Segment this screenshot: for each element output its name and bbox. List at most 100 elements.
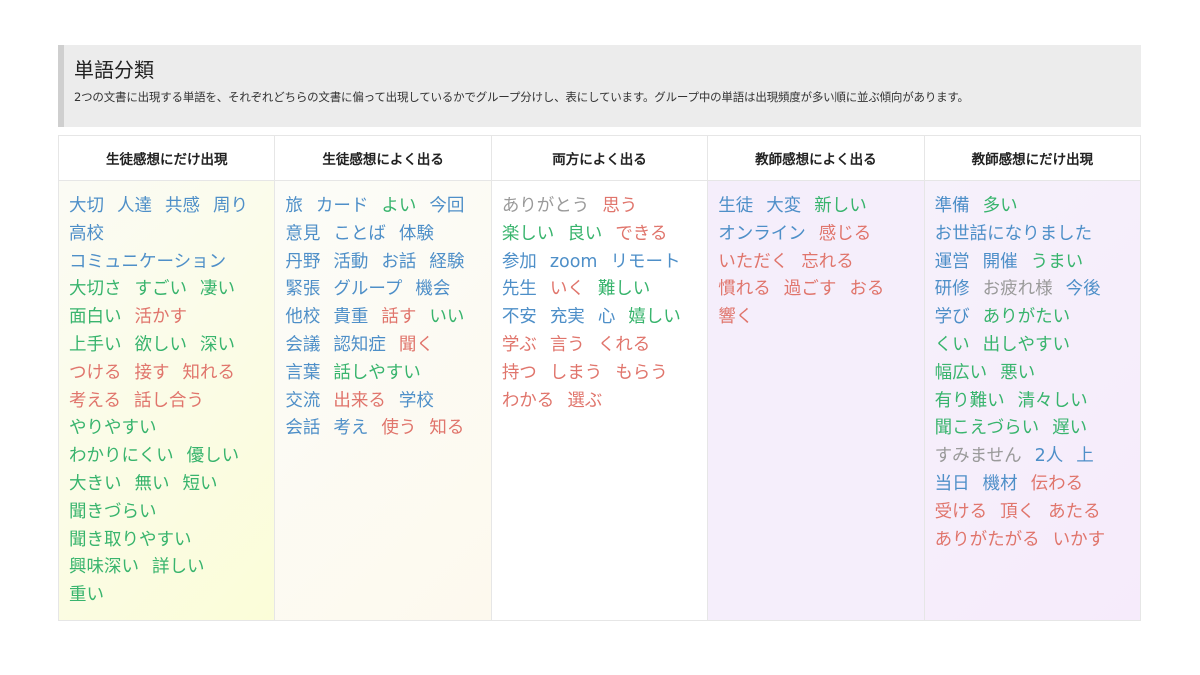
word-item: 有り難い [934, 390, 1005, 411]
word-item: 学び [934, 307, 970, 328]
word-item: 過ごす [783, 279, 837, 300]
word-row: 丹野 活動 お話 経験 [285, 249, 480, 277]
word-item: 不安 [501, 307, 537, 328]
word-item: 意見 [285, 223, 321, 244]
word-row: 大きい 無い 短い [69, 471, 264, 499]
word-row: 楽しい 良い できる [502, 221, 697, 249]
word-item: 活動 [333, 251, 369, 272]
word-row: 受ける 頂く あたる [935, 499, 1130, 527]
word-row: ありがとう 思う [502, 193, 697, 221]
word-item: 欲しい [134, 334, 188, 355]
word-item: 機会 [415, 279, 451, 300]
word-item: コミュニケーション [69, 251, 227, 272]
word-item: あたる [1048, 501, 1101, 522]
word-item: 先生 [501, 279, 537, 300]
word-item: 使う [381, 418, 417, 439]
word-item: くい [934, 334, 970, 355]
word-item: 大切 [69, 196, 104, 216]
word-item: 聞く [398, 334, 434, 355]
word-item: 幅広い [934, 362, 988, 383]
word-item: もらう [615, 362, 668, 383]
word-item: 話しやすい [333, 362, 421, 383]
word-item: いかす [1052, 529, 1106, 550]
word-item: 生徒 [718, 196, 754, 216]
word-row: 幅広い 悪い [935, 360, 1130, 388]
word-item: ありがとう [501, 196, 590, 216]
word-row: 興味深い 詳しい [69, 554, 264, 582]
word-row: わかる 選ぶ [502, 388, 697, 416]
word-item: 貴重 [333, 307, 369, 328]
word-item: おる [849, 279, 885, 300]
word-item: 接す [134, 362, 170, 383]
word-item: 多い [982, 196, 1018, 216]
word-item: 運営 [934, 251, 970, 272]
word-row: 他校 貴重 話す いい [285, 304, 480, 332]
word-item: 学校 [398, 390, 434, 411]
word-item: 出来る [333, 390, 386, 411]
word-row: 意見 ことば 体験 [285, 221, 480, 249]
word-item: 聞きづらい [69, 501, 157, 522]
column-heading: 生徒感想にだけ出現 [59, 136, 275, 181]
word-classification-table: 生徒感想にだけ出現 大切 人達 共感 周り 高校 コミュニケーション 大切さ すごい 凄い 面白い活… [58, 135, 1141, 621]
word-item: 認知症 [333, 334, 386, 355]
word-item: 響く [718, 307, 754, 328]
word-row: くい 出しやすい [935, 332, 1130, 360]
word-item: 聞き取りやすい [69, 529, 192, 550]
word-row: 面白い 活かす [69, 304, 264, 332]
word-item: オンライン [718, 223, 806, 244]
word-row: 有り難い 清々しい [935, 388, 1130, 416]
word-item: 充実 [549, 307, 585, 328]
word-row: コミュニケーション [69, 249, 264, 277]
word-row: 不安 充実心嬉しい [502, 304, 697, 332]
word-item: 当日 [934, 473, 970, 494]
word-item: 緊張 [285, 279, 321, 300]
page-header: 単語分類 2つの文書に出現する単語を、それぞれどちらの文書に偏って出現しているか… [58, 45, 1141, 127]
word-item: 凄い [200, 279, 235, 300]
word-item: カード [315, 196, 369, 216]
word-row: 会話 考え 使う 知る [285, 415, 480, 443]
column-heading: 両方によく出る [491, 136, 708, 181]
word-item: 開催 [982, 251, 1018, 272]
word-item: いく [549, 279, 585, 300]
word-item: 活かす [134, 307, 188, 328]
word-item: 大切さ [69, 279, 122, 300]
word-item: 機材 [982, 473, 1018, 494]
word-row: 運営 開催 うまい [935, 249, 1130, 277]
word-item: 交流 [285, 390, 321, 411]
word-item: お話 [381, 251, 417, 272]
word-item: 話し合う [133, 390, 204, 411]
word-item: 無い [134, 473, 170, 494]
word-item: よい [381, 196, 417, 216]
word-row: 研修 お疲れ様 今後 [935, 276, 1130, 304]
word-item: 優しい [186, 446, 240, 467]
word-item: 考え [333, 418, 369, 439]
word-item: 悪い [1000, 362, 1036, 383]
word-item: 丹野 [285, 251, 321, 272]
word-row: 上手い 欲しい 深い [69, 332, 264, 360]
word-row: 大切 人達 共感 周り [69, 193, 264, 221]
word-row: 当日 機材 伝わる [935, 471, 1130, 499]
word-item: すみません [934, 446, 1022, 467]
word-item: 聞こえづらい [934, 418, 1040, 439]
word-row: 会議 認知症 聞く [285, 332, 480, 360]
word-item: 頂く [1000, 501, 1036, 522]
word-item: ありがたがる [934, 529, 1040, 550]
word-item: 旅 [285, 196, 303, 216]
word-item: 伝わる [1030, 473, 1084, 494]
word-list: 大切 人達 共感 周り 高校 コミュニケーション 大切さ すごい 凄い 面白い 活かす 上手い 欲しい深… [59, 181, 275, 620]
table-column: 生徒感想によく出る旅カード よい 今回 意見 ことば 体験 丹野 活動 お話 経験 緊張 グループ 機会… [275, 136, 492, 620]
word-row: 高校 [69, 221, 264, 249]
word-item: わかりにくい [69, 446, 174, 467]
word-item: 人達 [117, 196, 152, 216]
word-item: リモート [610, 251, 681, 272]
word-item: 短い [182, 473, 218, 494]
word-item: 新しい [814, 196, 867, 216]
word-item: つける [69, 362, 122, 383]
word-row: 持つ しまう もらう [502, 360, 697, 388]
word-row: すみません 2人上 [935, 443, 1130, 471]
word-item: 研修 [934, 279, 970, 300]
word-item: 良い [567, 223, 603, 244]
word-item: 準備 [934, 196, 970, 216]
word-item: 高校 [69, 223, 104, 244]
word-row: 聞きづらい [69, 499, 264, 527]
